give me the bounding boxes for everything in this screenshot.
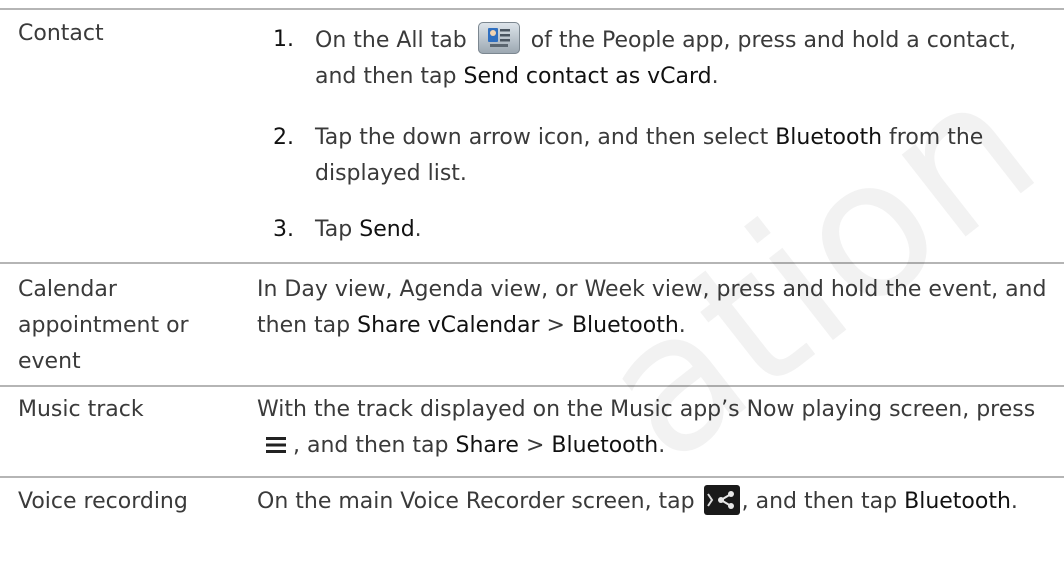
row-rule [0,385,1064,387]
row-label-contact: Contact [18,21,104,46]
label-line: Calendar [18,277,117,302]
ui-term-share-vcalendar: Share vCalendar [357,313,540,338]
step-number: 2. [273,125,294,150]
label-line: event [18,349,81,374]
ui-term-send: Send [359,217,415,242]
desc-text: With the track displayed on the Music ap… [257,397,1036,422]
row-label-music: Music track [18,397,144,422]
desc-text: On the main Voice Recorder screen, tap [257,489,702,514]
contact-step-1: 1. On the All tab of the People app, pre… [273,22,1033,95]
contact-step-2: 2. Tap the down arrow icon, and then sel… [273,120,1033,192]
desc-text: > [518,433,552,458]
row-label-calendar: Calendar appointment or event [18,272,189,380]
desc-text: . [678,313,686,338]
desc-text: , and then tap [741,489,905,514]
ui-term-share: Share [455,433,519,458]
ui-term-bluetooth: Bluetooth [551,433,659,458]
step-text: . [414,217,422,242]
step-number: 1. [273,27,294,52]
label-line: appointment or [18,313,189,338]
people-all-tab-icon [477,22,520,54]
menu-icon [265,431,287,453]
row-rule [0,476,1064,478]
step-text: Tap [315,217,360,242]
row-rule [0,262,1064,264]
ui-term-bluetooth: Bluetooth [775,125,883,150]
step-text: Tap the down arrow icon, and then select [315,125,776,150]
music-description: With the track displayed on the Music ap… [257,392,1047,464]
table-top-rule [0,8,1064,10]
ui-term-bluetooth: Bluetooth [571,313,679,338]
step-text: . [711,64,719,89]
ui-term-send-contact-as-vcard: Send contact as vCard [463,64,712,89]
step-number: 3. [273,217,294,242]
desc-text: , and then tap [293,433,456,458]
sharing-table: Contact 1. On the All tab of the People … [0,0,1064,561]
voice-description: On the main Voice Recorder screen, tap ,… [257,484,1047,520]
row-label-voice-recording: Voice recording [18,489,188,514]
calendar-description: In Day view, Agenda view, or Week view, … [257,272,1047,344]
desc-text: . [658,433,666,458]
desc-text: > [539,313,572,338]
step-text: On the All tab [315,28,467,53]
share-icon [703,485,740,515]
ui-term-bluetooth: Bluetooth [904,489,1011,514]
desc-text: . [1010,489,1018,514]
contact-step-3: 3. Tap Send. [273,212,1033,248]
